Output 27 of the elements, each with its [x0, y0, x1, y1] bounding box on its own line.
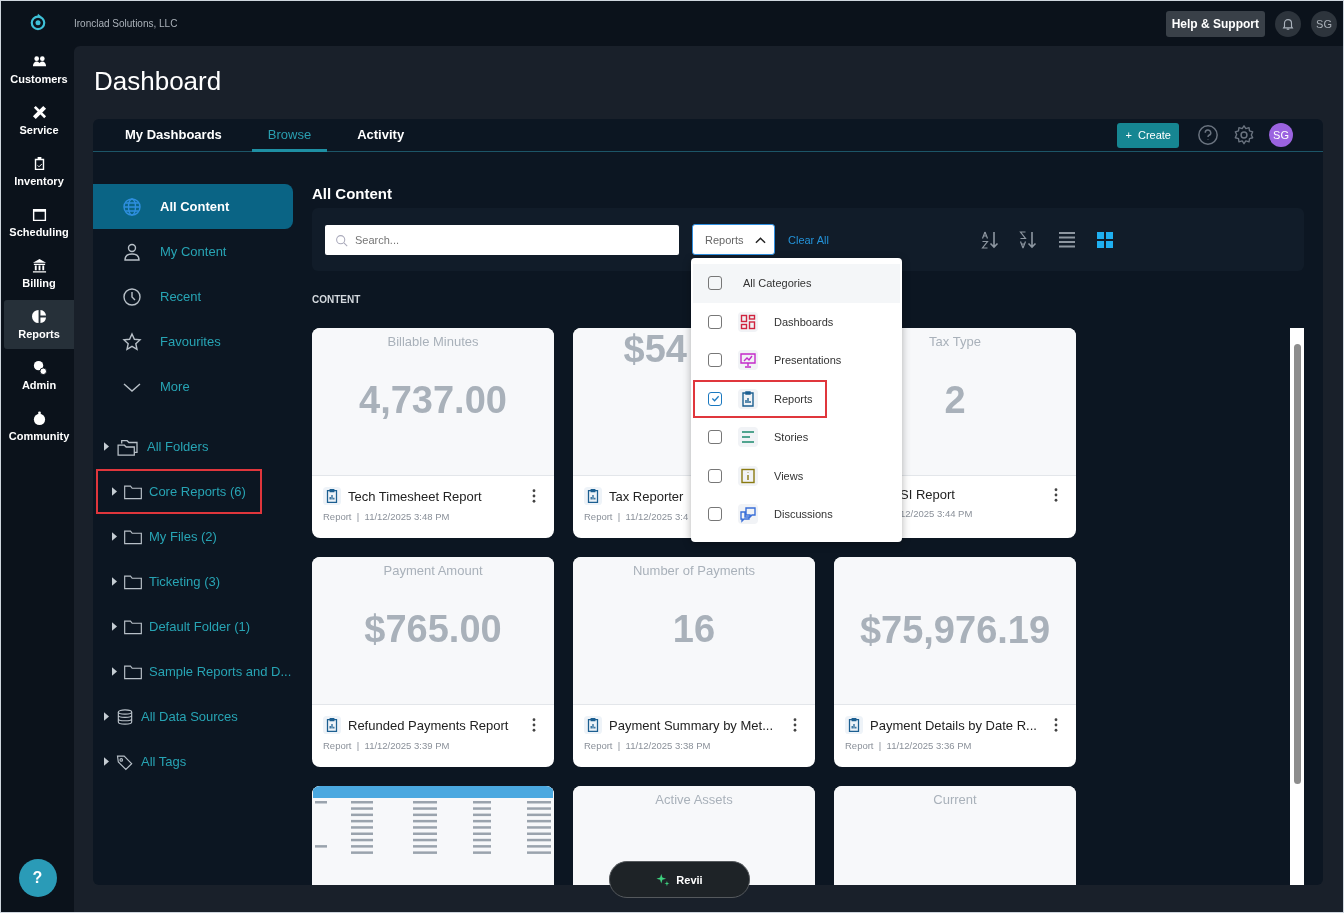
section-title: All Content: [312, 185, 393, 202]
metric-value: $765.00: [364, 608, 502, 651]
company-name: Ironclad Solutions, LLC: [74, 18, 178, 29]
metric-title: Active Assets: [655, 792, 733, 807]
card-meta: Report | 11/12/2025 3:36 PM: [845, 740, 972, 751]
card-title: Tax Reporter: [609, 488, 684, 504]
content-label: CONTENT: [312, 294, 362, 305]
metric-value: 4,737.00: [359, 379, 507, 422]
card-meta: Report | 11/12/2025 3:48 PM: [323, 511, 450, 522]
card-title: Tech Timesheet Report: [348, 488, 482, 504]
metric-title: Payment Amount: [383, 563, 483, 578]
metric-title: Billable Minutes: [387, 334, 479, 349]
card-meta: Report | 11/12/2025 3:4: [584, 511, 689, 522]
page-title: Dashboard: [94, 66, 223, 98]
metric-value: $75,976.19: [859, 609, 1051, 652]
card-meta: Report | 11/12/2025 3:38 PM: [584, 740, 711, 751]
card-title: Payment Details by Date R...: [870, 717, 1037, 733]
card-title: Refunded Payments Report: [348, 717, 509, 733]
card-meta: 12/2025 3:44 PM: [900, 508, 973, 519]
metric-title: Current: [933, 792, 977, 807]
metric-value: 16: [672, 608, 716, 651]
metric-value: 2: [944, 379, 966, 422]
metric-title: Tax Type: [929, 334, 981, 349]
card-title: Payment Summary by Met...: [609, 717, 773, 733]
card-meta: Report | 11/12/2025 3:39 PM: [323, 740, 450, 751]
metric-title: Number of Payments: [632, 563, 756, 578]
metric-value: $54: [623, 328, 687, 372]
